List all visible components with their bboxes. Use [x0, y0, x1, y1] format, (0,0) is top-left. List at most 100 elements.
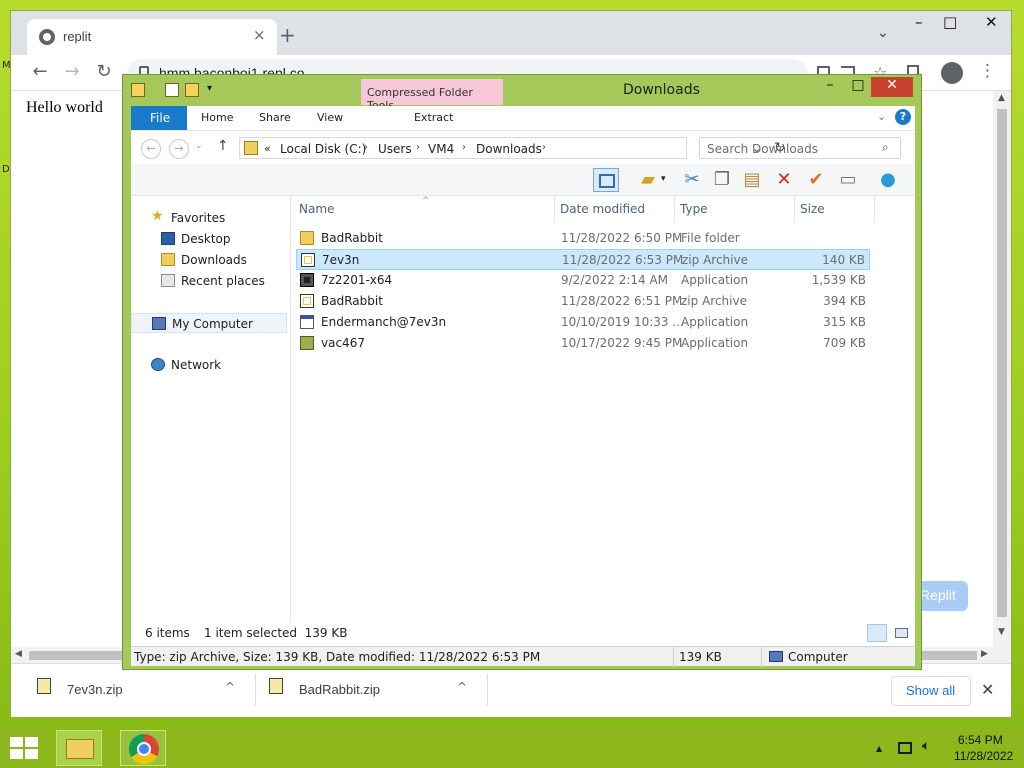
tab-share[interactable]: Share: [259, 111, 291, 124]
column-separator[interactable]: [874, 196, 875, 222]
new-folder-icon[interactable]: [185, 83, 199, 97]
tab-extract[interactable]: Extract: [414, 111, 453, 124]
details-view-icon[interactable]: [867, 624, 887, 642]
scroll-right-arrow-icon[interactable]: ▶: [981, 649, 988, 659]
delete-icon[interactable]: ✕: [771, 168, 797, 192]
organize-dropdown-icon[interactable]: ▾: [661, 174, 666, 184]
column-header-type[interactable]: Type: [680, 202, 708, 216]
chrome-close-button[interactable]: ✕: [985, 13, 998, 31]
breadcrumb-overflow[interactable]: «: [264, 142, 271, 155]
application-icon: [300, 336, 314, 350]
download-item[interactable]: 7ev3n.zip ^: [11, 670, 255, 710]
reload-button[interactable]: ↻: [92, 61, 116, 82]
chrome-minimize-button[interactable]: –: [915, 13, 923, 31]
organize-folder-icon[interactable]: ▰: [635, 168, 661, 192]
clock-date[interactable]: 11/28/2022: [954, 749, 1013, 763]
explorer-close-button[interactable]: ✕: [871, 77, 913, 97]
explorer-minimize-button[interactable]: –: [815, 77, 845, 93]
file-row[interactable]: 7z2201-x64 9/2/2022 2:14 AM Application …: [296, 270, 870, 291]
show-all-button[interactable]: Show all: [891, 676, 971, 706]
taskbar-file-explorer[interactable]: [56, 730, 102, 766]
profile-avatar[interactable]: [941, 62, 963, 84]
back-button[interactable]: ←: [141, 139, 161, 159]
download-item[interactable]: BadRabbit.zip ^: [243, 670, 487, 710]
new-tab-button[interactable]: +: [279, 23, 296, 47]
chrome-icon: [129, 734, 159, 764]
customize-chevron-icon[interactable]: ▾: [207, 83, 212, 94]
column-separator[interactable]: [674, 196, 675, 222]
column-separator[interactable]: [794, 196, 795, 222]
volume-icon[interactable]: 🔈︎: [922, 738, 930, 754]
vertical-scroll-thumb[interactable]: [997, 109, 1007, 617]
explorer-maximize-button[interactable]: □: [843, 77, 873, 93]
nav-my-computer[interactable]: My Computer: [131, 313, 287, 333]
file-row[interactable]: BadRabbit 11/28/2022 6:50 PM File folder: [296, 228, 870, 249]
file-row[interactable]: BadRabbit 11/28/2022 6:51 PM zip Archive…: [296, 291, 870, 312]
forward-button[interactable]: →: [169, 139, 189, 159]
tab-search-button[interactable]: ⌄: [877, 25, 889, 41]
folder-icon[interactable]: [131, 83, 145, 97]
column-header-size[interactable]: Size: [800, 202, 825, 216]
column-separator[interactable]: [554, 196, 555, 222]
file-row-selected[interactable]: 7ev3n 11/28/2022 6:53 PM zip Archive 140…: [296, 249, 870, 270]
breadcrumb-vm4[interactable]: VM4: [428, 142, 454, 156]
paste-icon[interactable]: ▤: [739, 168, 765, 192]
navigation-pane: ★ Favorites Desktop Downloads Recent pla…: [131, 196, 291, 646]
scroll-up-arrow-icon[interactable]: ▲: [998, 93, 1005, 103]
file-row[interactable]: Endermanch@7ev3n 10/10/2019 10:33 ... Ap…: [296, 312, 870, 333]
vertical-scrollbar[interactable]: ▲ ▼: [993, 91, 1011, 663]
nav-favorites[interactable]: ★ Favorites: [131, 208, 287, 228]
column-header-date[interactable]: Date modified: [560, 202, 645, 216]
show-hidden-icons-chevron[interactable]: ▲: [876, 744, 882, 753]
network-tray-icon[interactable]: [898, 742, 912, 754]
chevron-up-icon[interactable]: ^: [457, 680, 467, 694]
chrome-maximize-button[interactable]: □: [943, 13, 957, 31]
replit-button[interactable]: Replit: [916, 581, 968, 611]
search-input[interactable]: Search Downloads ⌕: [699, 137, 901, 159]
address-breadcrumb[interactable]: « Local Disk (C:) › Users › VM4 › Downlo…: [239, 137, 786, 159]
scroll-down-arrow-icon[interactable]: ▼: [998, 627, 1005, 637]
cut-icon[interactable]: ✂: [679, 168, 705, 192]
chrome-menu-button[interactable]: ⋮: [979, 61, 996, 81]
column-header-name[interactable]: Name: [299, 202, 334, 216]
nav-network[interactable]: Network: [131, 355, 287, 375]
breadcrumb-separator-icon[interactable]: ›: [416, 142, 420, 153]
breadcrumb-local-disk[interactable]: Local Disk (C:): [280, 142, 366, 156]
tab-close-icon[interactable]: ×: [253, 26, 266, 44]
tab-file[interactable]: File: [131, 106, 187, 130]
breadcrumb-separator-icon[interactable]: ›: [462, 142, 466, 153]
up-button[interactable]: ↑: [217, 138, 229, 154]
expand-ribbon-icon[interactable]: ⌄: [877, 110, 886, 123]
clock-time[interactable]: 6:54 PM: [958, 733, 1003, 747]
copy-icon[interactable]: ❐: [709, 168, 735, 192]
browser-tab[interactable]: replit ×: [27, 19, 277, 55]
navigation-bar: ← → ⌄ ↑ « Local Disk (C:) › Users › VM4 …: [131, 130, 915, 164]
tab-view[interactable]: View: [317, 111, 343, 124]
breadcrumb-separator-icon[interactable]: ›: [364, 142, 368, 153]
nav-desktop[interactable]: Desktop: [131, 229, 287, 249]
preview-pane-icon[interactable]: [593, 168, 619, 192]
back-button[interactable]: ←: [28, 61, 52, 82]
properties-icon[interactable]: [165, 83, 179, 97]
start-button-windows-icon[interactable]: [10, 737, 38, 759]
help-icon[interactable]: ?: [895, 109, 911, 125]
rename-icon[interactable]: ▭: [835, 168, 861, 192]
nav-downloads[interactable]: Downloads: [131, 250, 287, 270]
nav-recent-places[interactable]: Recent places: [131, 271, 287, 291]
search-icon[interactable]: ⌕: [882, 140, 889, 155]
downloads-bar-close-icon[interactable]: ✕: [981, 680, 994, 699]
scroll-left-arrow-icon[interactable]: ◀: [15, 649, 22, 659]
chevron-up-icon[interactable]: ^: [225, 680, 235, 694]
taskbar-chrome[interactable]: [120, 730, 166, 766]
properties-check-icon[interactable]: ✔: [803, 168, 829, 192]
recent-locations-chevron-icon[interactable]: ⌄: [195, 141, 203, 151]
large-icons-view-icon[interactable]: [891, 624, 911, 642]
breadcrumb-downloads[interactable]: Downloads: [476, 142, 542, 156]
file-date: 11/28/2022 6:53 PM: [562, 253, 684, 267]
breadcrumb-separator-icon[interactable]: ›: [542, 142, 546, 153]
forward-button[interactable]: →: [60, 61, 84, 82]
file-row[interactable]: vac467 10/17/2022 9:45 PM Application 70…: [296, 333, 870, 354]
globe-icon[interactable]: ●: [875, 168, 901, 192]
tab-home[interactable]: Home: [201, 111, 233, 124]
breadcrumb-users[interactable]: Users: [378, 142, 412, 156]
